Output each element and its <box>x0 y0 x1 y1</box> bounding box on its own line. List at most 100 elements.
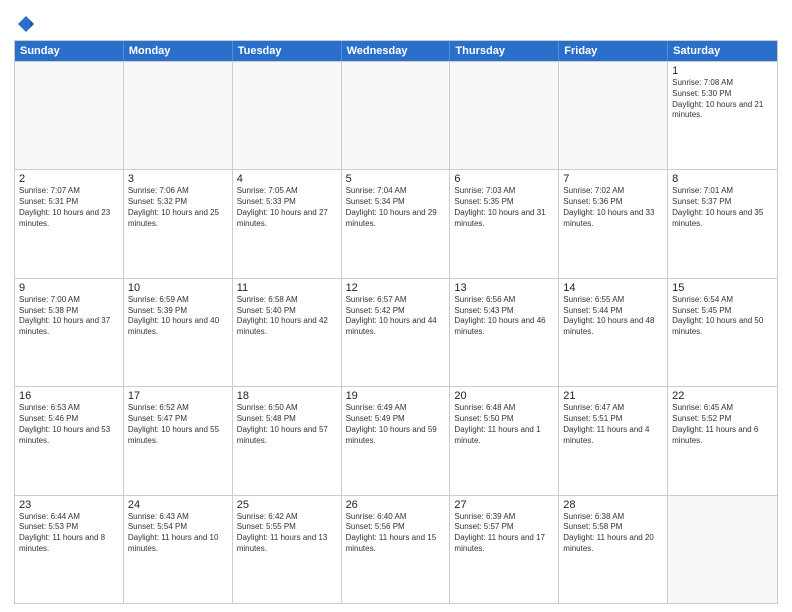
calendar-cell <box>342 62 451 169</box>
calendar-cell: 4Sunrise: 7:05 AMSunset: 5:33 PMDaylight… <box>233 170 342 277</box>
calendar-cell <box>559 62 668 169</box>
calendar-cell: 3Sunrise: 7:06 AMSunset: 5:32 PMDaylight… <box>124 170 233 277</box>
day-number: 14 <box>563 282 663 294</box>
day-number: 26 <box>346 499 446 511</box>
calendar-cell <box>124 62 233 169</box>
day-info: Sunrise: 6:56 AMSunset: 5:43 PMDaylight:… <box>454 295 554 338</box>
calendar-cell: 2Sunrise: 7:07 AMSunset: 5:31 PMDaylight… <box>15 170 124 277</box>
weekday-header: Monday <box>124 41 233 61</box>
calendar-cell <box>450 62 559 169</box>
day-number: 19 <box>346 390 446 402</box>
day-number: 21 <box>563 390 663 402</box>
weekday-header: Thursday <box>450 41 559 61</box>
weekday-header: Saturday <box>668 41 777 61</box>
day-info: Sunrise: 6:48 AMSunset: 5:50 PMDaylight:… <box>454 403 554 446</box>
calendar-cell: 10Sunrise: 6:59 AMSunset: 5:39 PMDayligh… <box>124 279 233 386</box>
weekday-header: Sunday <box>15 41 124 61</box>
page: SundayMondayTuesdayWednesdayThursdayFrid… <box>0 0 792 612</box>
day-info: Sunrise: 6:45 AMSunset: 5:52 PMDaylight:… <box>672 403 773 446</box>
weekday-header: Tuesday <box>233 41 342 61</box>
day-number: 10 <box>128 282 228 294</box>
day-number: 24 <box>128 499 228 511</box>
day-number: 8 <box>672 173 773 185</box>
calendar-cell: 7Sunrise: 7:02 AMSunset: 5:36 PMDaylight… <box>559 170 668 277</box>
calendar-header: SundayMondayTuesdayWednesdayThursdayFrid… <box>15 41 777 61</box>
calendar-cell: 15Sunrise: 6:54 AMSunset: 5:45 PMDayligh… <box>668 279 777 386</box>
day-number: 22 <box>672 390 773 402</box>
calendar-cell: 6Sunrise: 7:03 AMSunset: 5:35 PMDaylight… <box>450 170 559 277</box>
calendar-row: 9Sunrise: 7:00 AMSunset: 5:38 PMDaylight… <box>15 278 777 386</box>
calendar: SundayMondayTuesdayWednesdayThursdayFrid… <box>14 40 778 604</box>
day-number: 18 <box>237 390 337 402</box>
calendar-cell: 22Sunrise: 6:45 AMSunset: 5:52 PMDayligh… <box>668 387 777 494</box>
day-info: Sunrise: 6:59 AMSunset: 5:39 PMDaylight:… <box>128 295 228 338</box>
day-info: Sunrise: 7:01 AMSunset: 5:37 PMDaylight:… <box>672 186 773 229</box>
day-info: Sunrise: 6:55 AMSunset: 5:44 PMDaylight:… <box>563 295 663 338</box>
day-info: Sunrise: 6:58 AMSunset: 5:40 PMDaylight:… <box>237 295 337 338</box>
calendar-cell: 24Sunrise: 6:43 AMSunset: 5:54 PMDayligh… <box>124 496 233 603</box>
calendar-cell <box>15 62 124 169</box>
day-info: Sunrise: 6:50 AMSunset: 5:48 PMDaylight:… <box>237 403 337 446</box>
day-info: Sunrise: 6:43 AMSunset: 5:54 PMDaylight:… <box>128 512 228 555</box>
day-info: Sunrise: 7:02 AMSunset: 5:36 PMDaylight:… <box>563 186 663 229</box>
day-number: 25 <box>237 499 337 511</box>
calendar-cell: 9Sunrise: 7:00 AMSunset: 5:38 PMDaylight… <box>15 279 124 386</box>
calendar-row: 1Sunrise: 7:08 AMSunset: 5:30 PMDaylight… <box>15 61 777 169</box>
calendar-cell: 5Sunrise: 7:04 AMSunset: 5:34 PMDaylight… <box>342 170 451 277</box>
day-info: Sunrise: 6:44 AMSunset: 5:53 PMDaylight:… <box>19 512 119 555</box>
day-info: Sunrise: 6:54 AMSunset: 5:45 PMDaylight:… <box>672 295 773 338</box>
day-number: 27 <box>454 499 554 511</box>
day-number: 6 <box>454 173 554 185</box>
calendar-body: 1Sunrise: 7:08 AMSunset: 5:30 PMDaylight… <box>15 61 777 603</box>
calendar-cell: 19Sunrise: 6:49 AMSunset: 5:49 PMDayligh… <box>342 387 451 494</box>
day-info: Sunrise: 7:05 AMSunset: 5:33 PMDaylight:… <box>237 186 337 229</box>
day-number: 5 <box>346 173 446 185</box>
weekday-header: Wednesday <box>342 41 451 61</box>
logo <box>14 14 36 34</box>
calendar-cell: 23Sunrise: 6:44 AMSunset: 5:53 PMDayligh… <box>15 496 124 603</box>
day-info: Sunrise: 6:57 AMSunset: 5:42 PMDaylight:… <box>346 295 446 338</box>
day-info: Sunrise: 7:07 AMSunset: 5:31 PMDaylight:… <box>19 186 119 229</box>
day-info: Sunrise: 6:47 AMSunset: 5:51 PMDaylight:… <box>563 403 663 446</box>
day-info: Sunrise: 6:40 AMSunset: 5:56 PMDaylight:… <box>346 512 446 555</box>
calendar-row: 23Sunrise: 6:44 AMSunset: 5:53 PMDayligh… <box>15 495 777 603</box>
calendar-cell <box>233 62 342 169</box>
day-number: 12 <box>346 282 446 294</box>
day-info: Sunrise: 7:04 AMSunset: 5:34 PMDaylight:… <box>346 186 446 229</box>
calendar-cell: 13Sunrise: 6:56 AMSunset: 5:43 PMDayligh… <box>450 279 559 386</box>
day-info: Sunrise: 7:00 AMSunset: 5:38 PMDaylight:… <box>19 295 119 338</box>
calendar-cell: 28Sunrise: 6:38 AMSunset: 5:58 PMDayligh… <box>559 496 668 603</box>
calendar-cell: 12Sunrise: 6:57 AMSunset: 5:42 PMDayligh… <box>342 279 451 386</box>
day-number: 17 <box>128 390 228 402</box>
calendar-row: 16Sunrise: 6:53 AMSunset: 5:46 PMDayligh… <box>15 386 777 494</box>
logo-icon <box>16 14 36 34</box>
day-info: Sunrise: 7:03 AMSunset: 5:35 PMDaylight:… <box>454 186 554 229</box>
day-number: 15 <box>672 282 773 294</box>
day-info: Sunrise: 6:39 AMSunset: 5:57 PMDaylight:… <box>454 512 554 555</box>
calendar-row: 2Sunrise: 7:07 AMSunset: 5:31 PMDaylight… <box>15 169 777 277</box>
calendar-cell: 11Sunrise: 6:58 AMSunset: 5:40 PMDayligh… <box>233 279 342 386</box>
day-number: 20 <box>454 390 554 402</box>
day-number: 13 <box>454 282 554 294</box>
day-number: 16 <box>19 390 119 402</box>
day-info: Sunrise: 6:53 AMSunset: 5:46 PMDaylight:… <box>19 403 119 446</box>
day-info: Sunrise: 7:06 AMSunset: 5:32 PMDaylight:… <box>128 186 228 229</box>
day-number: 11 <box>237 282 337 294</box>
day-number: 2 <box>19 173 119 185</box>
calendar-cell: 20Sunrise: 6:48 AMSunset: 5:50 PMDayligh… <box>450 387 559 494</box>
calendar-cell: 27Sunrise: 6:39 AMSunset: 5:57 PMDayligh… <box>450 496 559 603</box>
day-info: Sunrise: 6:52 AMSunset: 5:47 PMDaylight:… <box>128 403 228 446</box>
calendar-cell: 26Sunrise: 6:40 AMSunset: 5:56 PMDayligh… <box>342 496 451 603</box>
header <box>14 10 778 34</box>
calendar-cell: 1Sunrise: 7:08 AMSunset: 5:30 PMDaylight… <box>668 62 777 169</box>
calendar-cell: 18Sunrise: 6:50 AMSunset: 5:48 PMDayligh… <box>233 387 342 494</box>
day-number: 7 <box>563 173 663 185</box>
day-info: Sunrise: 6:49 AMSunset: 5:49 PMDaylight:… <box>346 403 446 446</box>
day-number: 1 <box>672 65 773 77</box>
day-info: Sunrise: 6:38 AMSunset: 5:58 PMDaylight:… <box>563 512 663 555</box>
calendar-cell: 16Sunrise: 6:53 AMSunset: 5:46 PMDayligh… <box>15 387 124 494</box>
day-number: 3 <box>128 173 228 185</box>
calendar-cell <box>668 496 777 603</box>
calendar-cell: 14Sunrise: 6:55 AMSunset: 5:44 PMDayligh… <box>559 279 668 386</box>
day-number: 28 <box>563 499 663 511</box>
